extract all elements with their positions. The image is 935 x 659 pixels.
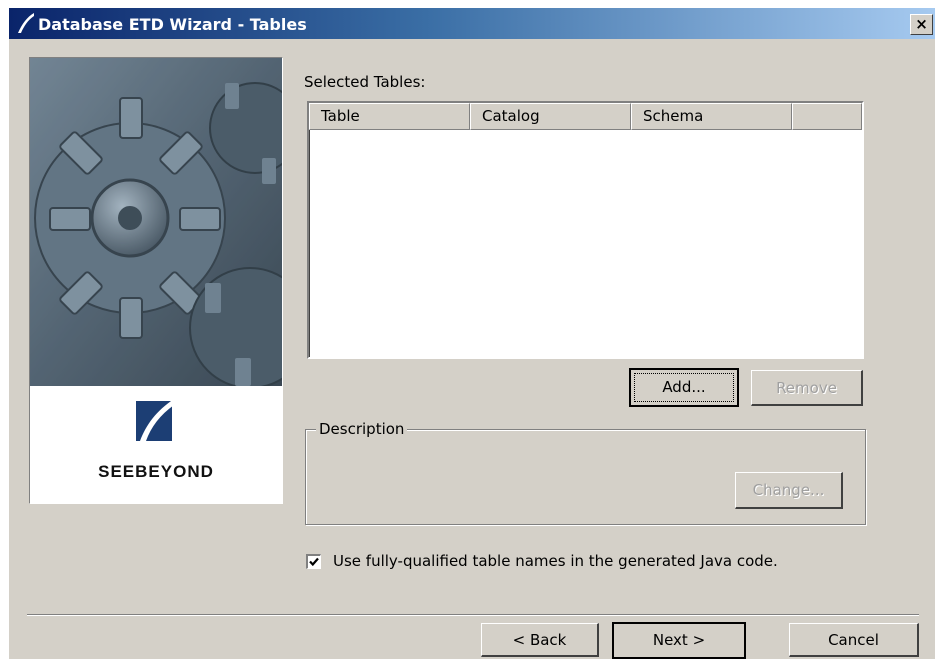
seebeyond-swoosh-icon	[136, 399, 174, 441]
column-header-schema[interactable]: Schema	[631, 103, 792, 130]
wizard-side-panel: SEEBEYOND	[29, 57, 283, 504]
remove-button-label: Remove	[776, 379, 837, 397]
column-header-extra[interactable]	[792, 103, 862, 130]
title-bar[interactable]: Database ETD Wizard - Tables ×	[9, 8, 935, 39]
change-button-label: Change...	[752, 481, 825, 499]
close-icon: ×	[915, 15, 928, 33]
back-button-label: < Back	[512, 631, 567, 649]
next-button[interactable]: Next >	[612, 622, 746, 659]
column-header-table[interactable]: Table	[309, 103, 470, 130]
wizard-window: Database ETD Wizard - Tables × SEEBEYOND…	[9, 8, 935, 659]
fully-qualified-label[interactable]: Use fully-qualified table names in the g…	[333, 552, 778, 570]
fully-qualified-checkbox[interactable]	[306, 554, 321, 569]
gears-image	[30, 58, 282, 386]
change-button[interactable]: Change...	[735, 472, 843, 509]
add-button[interactable]: Add...	[629, 368, 739, 407]
seebeyond-logo-icon	[18, 13, 34, 33]
brand-text: SEEBEYOND	[98, 462, 214, 481]
button-separator	[27, 614, 919, 616]
next-button-label: Next >	[652, 631, 706, 649]
selected-tables-label: Selected Tables:	[304, 73, 426, 91]
remove-button[interactable]: Remove	[751, 370, 863, 406]
cancel-button-label: Cancel	[828, 631, 879, 649]
description-legend: Description	[316, 420, 408, 438]
cancel-button[interactable]: Cancel	[789, 623, 919, 657]
column-header-catalog[interactable]: Catalog	[470, 103, 631, 130]
focus-ring	[634, 373, 734, 402]
checkmark-icon	[309, 557, 319, 567]
back-button[interactable]: < Back	[481, 623, 599, 657]
close-button[interactable]: ×	[910, 14, 933, 35]
seebeyond-logo: SEEBEYOND	[30, 386, 282, 503]
window-title: Database ETD Wizard - Tables	[38, 15, 307, 34]
selected-tables-list[interactable]: Table Catalog Schema	[307, 101, 864, 359]
